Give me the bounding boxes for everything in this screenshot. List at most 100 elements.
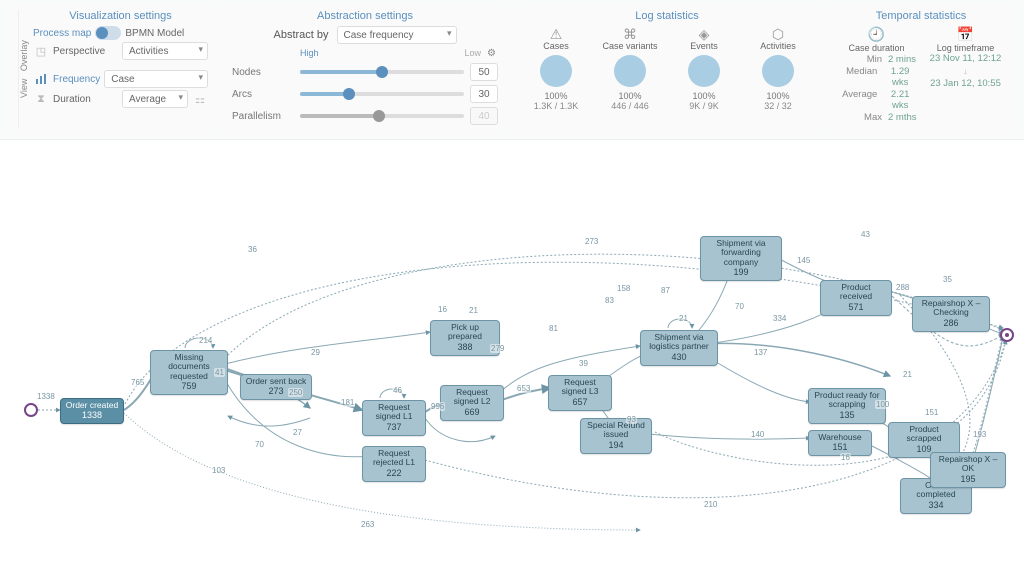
- process-map-canvas[interactable]: 1338 Order created1338 Missing documents…: [0, 140, 1024, 580]
- scale-settings-icon[interactable]: ⚙: [487, 48, 496, 59]
- temporal-panel: Temporal statistics 🕘 Case duration Min2…: [826, 4, 1016, 135]
- node-request-signed-l2[interactable]: Request signed L2669: [440, 385, 504, 421]
- node-special-refund[interactable]: Special Refund issued194: [580, 418, 652, 454]
- edge-label: 137: [753, 348, 768, 357]
- cases-knob[interactable]: [540, 55, 572, 87]
- edge-label: 103: [211, 466, 226, 475]
- frequency-select[interactable]: Case: [104, 70, 208, 88]
- edge-label: 83: [604, 296, 615, 305]
- edge-label: 653: [516, 384, 531, 393]
- stat-pct: 100%: [744, 91, 812, 101]
- edge-label: 263: [360, 520, 375, 529]
- edge-label: 21: [902, 370, 913, 379]
- nodes-value[interactable]: 50: [470, 63, 498, 81]
- nodes-slider[interactable]: [300, 70, 464, 74]
- scale-high: High: [300, 48, 319, 59]
- view-tab-label: View Overlay: [18, 10, 29, 129]
- node-ship-forwarding[interactable]: Shipment via forwarding company199: [700, 236, 782, 281]
- parallelism-label: Parallelism: [232, 111, 294, 122]
- stat-frac: 32 / 32: [744, 101, 812, 111]
- node-repairshop-ok[interactable]: Repairshop X – OK195: [930, 452, 1006, 488]
- edge-label: 193: [972, 430, 987, 439]
- edge-label: 996: [430, 402, 445, 411]
- node-repairshop-checking[interactable]: Repairshop X – Checking286: [912, 296, 990, 332]
- edge-label: 70: [734, 302, 745, 311]
- edge-label: 273: [584, 237, 599, 246]
- stat-cases[interactable]: ⚠ Cases 100% 1.3K / 1.3K: [522, 26, 590, 111]
- case-duration-label: Case duration: [836, 43, 917, 53]
- node-request-rejected-l1[interactable]: Request rejected L1222: [362, 446, 426, 482]
- abstract-by-label: Abstract by: [273, 29, 328, 41]
- edge-label: 158: [616, 284, 631, 293]
- edge-label: 288: [895, 283, 910, 292]
- activities-icon: ⬡: [744, 26, 812, 42]
- edge-label: 27: [292, 428, 303, 437]
- stat-frac: 1.3K / 1.3K: [522, 101, 590, 111]
- log-statistics-panel: Log statistics ⚠ Cases 100% 1.3K / 1.3K …: [512, 4, 822, 135]
- log-statistics-title: Log statistics: [522, 10, 812, 22]
- parallelism-slider[interactable]: [300, 114, 464, 118]
- visualization-title: Visualization settings: [33, 10, 208, 22]
- edge-label: 140: [750, 430, 765, 439]
- edge-label: 16: [437, 305, 448, 314]
- perspective-select[interactable]: Activities: [122, 42, 208, 60]
- edge-label: 181: [340, 398, 355, 407]
- activities-knob[interactable]: [762, 55, 794, 87]
- node-request-signed-l3[interactable]: Request signed L3657: [548, 375, 612, 411]
- end-event[interactable]: [1000, 328, 1014, 342]
- edge-label: 250: [288, 388, 303, 397]
- stat-events[interactable]: ◈ Events 100% 9K / 9K: [670, 26, 738, 111]
- duration-icon: ⧗: [33, 91, 49, 107]
- node-ship-logistics[interactable]: Shipment via logistics partner430: [640, 330, 718, 366]
- visualization-panel: View Overlay Visualization settings Proc…: [8, 4, 218, 135]
- timeframe-end: 23 Jan 12, 10:55: [925, 78, 1006, 89]
- edge-label: 210: [703, 500, 718, 509]
- stat-pct: 100%: [522, 91, 590, 101]
- timeframe-arrow-icon: ↓: [925, 66, 1006, 76]
- frequency-label[interactable]: Frequency: [53, 74, 100, 85]
- scale-low: Low: [465, 48, 482, 59]
- frequency-icon: [33, 71, 49, 87]
- perspective-label: Perspective: [53, 46, 118, 57]
- edge-label: 214: [198, 336, 213, 345]
- edge-label: 279: [490, 344, 505, 353]
- stat-frac: 9K / 9K: [670, 101, 738, 111]
- stat-pct: 100%: [670, 91, 738, 101]
- variants-knob[interactable]: [614, 55, 646, 87]
- stat-name: Activities: [744, 41, 812, 51]
- arcs-slider[interactable]: [300, 92, 464, 96]
- edge-label: 93: [626, 415, 637, 424]
- node-request-signed-l1[interactable]: Request signed L1737: [362, 400, 426, 436]
- edge-label: 145: [796, 256, 811, 265]
- arcs-value[interactable]: 30: [470, 85, 498, 103]
- abstract-by-select[interactable]: Case frequency: [337, 26, 457, 44]
- edge-label: 35: [942, 275, 953, 284]
- edge-label: 1338: [36, 392, 56, 401]
- stat-pct: 100%: [596, 91, 664, 101]
- edge-label: 41: [214, 368, 225, 377]
- overlay-extra-icon[interactable]: ⚏: [192, 91, 208, 107]
- node-product-received[interactable]: Product received571: [820, 280, 892, 316]
- start-event[interactable]: [24, 403, 38, 417]
- node-order-created[interactable]: Order created1338: [60, 398, 124, 424]
- edge-label: 87: [660, 286, 671, 295]
- nodes-label: Nodes: [232, 67, 294, 78]
- edge-label: 765: [130, 378, 145, 387]
- edge-label: 43: [860, 230, 871, 239]
- edge-label: 36: [247, 245, 258, 254]
- log-timeframe-icon: 📅: [925, 26, 1006, 42]
- parallelism-value[interactable]: 40: [470, 107, 498, 125]
- stat-variants[interactable]: ⌘ Case variants 100% 446 / 446: [596, 26, 664, 111]
- process-map-label[interactable]: Process map: [33, 28, 91, 39]
- stat-name: Cases: [522, 41, 590, 51]
- stat-activities[interactable]: ⬡ Activities 100% 32 / 32: [744, 26, 812, 111]
- edge-label: 21: [468, 306, 479, 315]
- events-knob[interactable]: [688, 55, 720, 87]
- edge-label: 151: [924, 408, 939, 417]
- edge-label: 16: [840, 453, 851, 462]
- model-toggle[interactable]: [95, 26, 121, 40]
- duration-select[interactable]: Average: [122, 90, 188, 108]
- abstraction-title: Abstraction settings: [232, 10, 498, 22]
- perspective-icon: ◳: [33, 43, 49, 59]
- timeframe-start: 23 Nov 11, 12:12: [925, 53, 1006, 64]
